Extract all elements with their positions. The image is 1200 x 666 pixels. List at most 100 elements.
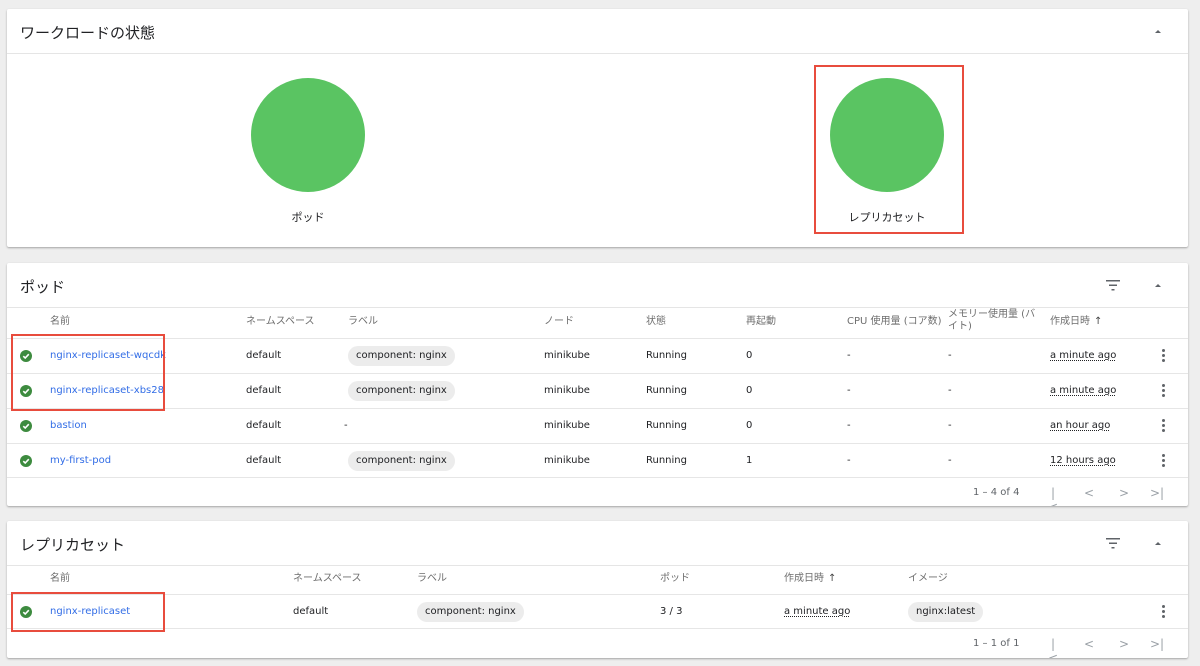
- sort-arrow-icon: ↑: [1094, 316, 1103, 327]
- sort-arrow-icon: ↑: [828, 573, 837, 584]
- pod-node: minikube: [544, 420, 590, 431]
- pods-card: ポッド 名前 ネームスペース ラベル ノード 状態 再起動 CPU 使用量 (コ…: [7, 263, 1188, 506]
- pod-memory: -: [948, 385, 952, 396]
- pod-cpu: -: [847, 420, 851, 431]
- pod-created: 12 hours ago: [1050, 455, 1116, 466]
- card-title: ポッド: [20, 278, 66, 296]
- table-row: nginx-replicaset-xbs28 default component…: [7, 373, 1188, 408]
- first-page-icon[interactable]: |<: [1046, 486, 1060, 506]
- pod-labels: -: [344, 420, 348, 431]
- collapse-icon[interactable]: [1150, 535, 1166, 551]
- col-name[interactable]: 名前: [50, 316, 70, 328]
- label-chip: component: nginx: [348, 451, 455, 471]
- col-labels: ラベル: [348, 316, 378, 327]
- col-created-label: 作成日時: [1050, 316, 1090, 327]
- status-ok-icon: [20, 420, 32, 432]
- pod-namespace: default: [246, 350, 282, 361]
- col-pods: ポッド: [660, 573, 690, 584]
- pod-restarts: 0: [746, 420, 753, 431]
- col-created-label: 作成日時: [784, 573, 824, 584]
- replicasets-status-chart: [830, 78, 944, 192]
- pods-status-chart: [251, 78, 365, 192]
- col-name[interactable]: 名前: [50, 573, 70, 585]
- pod-name-link[interactable]: bastion: [50, 420, 87, 432]
- first-page-icon[interactable]: |<: [1046, 637, 1060, 658]
- pod-created: a minute ago: [1050, 350, 1117, 361]
- workload-status-card: ワークロードの状態 ポッド レプリカセット: [7, 9, 1188, 247]
- replicaset-created: a minute ago: [784, 606, 851, 617]
- pod-node: minikube: [544, 350, 590, 361]
- col-namespace[interactable]: ネームスペース: [246, 316, 315, 328]
- replicaset-name-link[interactable]: nginx-replicaset: [50, 606, 130, 618]
- pod-cpu: -: [847, 385, 851, 396]
- col-node[interactable]: ノード: [544, 316, 574, 328]
- pod-status: Running: [646, 350, 687, 361]
- filter-icon[interactable]: [1104, 277, 1122, 293]
- table-row: nginx-replicaset-wqcdk default component…: [7, 338, 1188, 373]
- more-actions-icon[interactable]: [1160, 418, 1166, 434]
- pod-node: minikube: [544, 385, 590, 396]
- status-ok-icon: [20, 455, 32, 467]
- pod-restarts: 1: [746, 455, 753, 466]
- next-page-icon[interactable]: >: [1117, 637, 1131, 651]
- pod-status: Running: [646, 385, 687, 396]
- pod-status: Running: [646, 455, 687, 466]
- col-created[interactable]: 作成日時 ↑: [784, 573, 836, 585]
- collapse-icon[interactable]: [1150, 277, 1166, 293]
- prev-page-icon[interactable]: <: [1082, 486, 1096, 500]
- pod-restarts: 0: [746, 350, 753, 361]
- prev-page-icon[interactable]: <: [1082, 637, 1096, 651]
- col-memory-label: メモリー使用量 (バイト): [948, 309, 1036, 332]
- table-row: my-first-pod default component: nginx mi…: [7, 443, 1188, 478]
- pod-created: an hour ago: [1050, 420, 1111, 431]
- label-chip: component: nginx: [417, 602, 524, 622]
- filter-icon[interactable]: [1104, 535, 1122, 551]
- card-title: レプリカセット: [20, 536, 126, 554]
- replicasets-card: レプリカセット 名前 ネームスペース ラベル ポッド 作成日時 ↑ イメージ ng…: [7, 521, 1188, 658]
- pod-node: minikube: [544, 455, 590, 466]
- table-row: bastion default - minikube Running 0 - -…: [7, 408, 1188, 443]
- col-status[interactable]: 状態: [646, 316, 666, 328]
- more-actions-icon[interactable]: [1160, 604, 1166, 620]
- pagination: 1 – 4 of 4 |< < > >|: [7, 477, 1188, 506]
- table-row: nginx-replicaset default component: ngin…: [7, 594, 1188, 629]
- pod-memory: -: [948, 455, 952, 466]
- col-created[interactable]: 作成日時 ↑: [1050, 316, 1102, 328]
- card-title: ワークロードの状態: [20, 24, 156, 42]
- col-namespace[interactable]: ネームスペース: [293, 573, 362, 585]
- pod-name-link[interactable]: nginx-replicaset-xbs28: [50, 385, 164, 397]
- last-page-icon[interactable]: >|: [1150, 637, 1164, 651]
- card-header: レプリカセット: [7, 521, 1188, 566]
- status-ok-icon: [20, 606, 32, 618]
- pod-cpu: -: [847, 455, 851, 466]
- pagination-range: 1 – 4 of 4: [973, 487, 1020, 498]
- pod-namespace: default: [246, 420, 282, 431]
- pod-name-link[interactable]: nginx-replicaset-wqcdk: [50, 350, 166, 362]
- pod-cpu: -: [847, 350, 851, 361]
- status-ok-icon: [20, 350, 32, 362]
- next-page-icon[interactable]: >: [1117, 486, 1131, 500]
- collapse-icon[interactable]: [1150, 23, 1166, 39]
- col-images: イメージ: [908, 573, 948, 584]
- pod-status: Running: [646, 420, 687, 431]
- col-memory: メモリー使用量 (バイト): [948, 309, 1040, 333]
- col-restarts[interactable]: 再起動: [746, 316, 776, 328]
- replicaset-pods: 3 / 3: [660, 606, 683, 617]
- card-header: ポッド: [7, 263, 1188, 308]
- card-header: ワークロードの状態: [7, 9, 1188, 54]
- more-actions-icon[interactable]: [1160, 453, 1166, 469]
- pagination: 1 – 1 of 1 |< < > >|: [7, 628, 1188, 658]
- more-actions-icon[interactable]: [1160, 348, 1166, 364]
- pod-created: a minute ago: [1050, 385, 1117, 396]
- pods-chart-label: ポッド: [291, 211, 325, 224]
- pod-memory: -: [948, 420, 952, 431]
- label-chip: component: nginx: [348, 381, 455, 401]
- col-labels: ラベル: [417, 573, 447, 584]
- col-cpu: CPU 使用量 (コア数): [847, 316, 942, 327]
- more-actions-icon[interactable]: [1160, 383, 1166, 399]
- pod-name-link[interactable]: my-first-pod: [50, 455, 111, 467]
- pod-memory: -: [948, 350, 952, 361]
- image-chip: nginx:latest: [908, 602, 984, 622]
- last-page-icon[interactable]: >|: [1150, 486, 1164, 500]
- replicasets-chart-label: レプリカセット: [848, 211, 926, 224]
